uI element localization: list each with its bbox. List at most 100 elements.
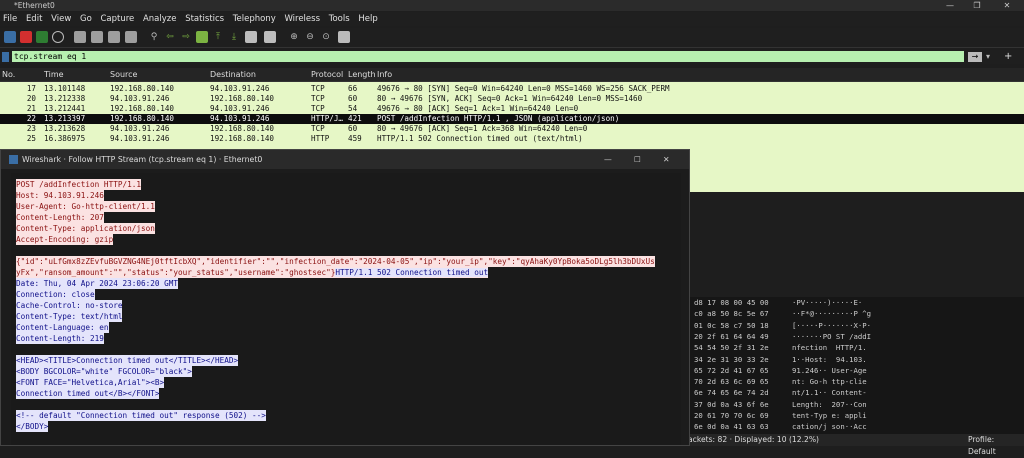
- hex-dump-line: 6e 0d 0a 41 63 63: [694, 422, 769, 432]
- dialog-minimize-button[interactable]: —: [604, 150, 612, 169]
- packet-bytes-pane[interactable]: d8 17 08 00 45 00 ·PV·····)·····E· c0 a8 5…: [690, 297, 1024, 435]
- packet-cell-len: 66: [348, 84, 358, 93]
- go-forward-icon[interactable]: ⇨: [180, 31, 192, 43]
- auto-scroll-icon[interactable]: [245, 31, 257, 43]
- stream-line: <!-- default "Connection timed out" resp…: [16, 410, 266, 421]
- stream-line: yFx","ransom_amount":"","status":"your_s…: [16, 267, 489, 278]
- col-header-protocol[interactable]: Protocol: [311, 68, 343, 81]
- stream-content[interactable]: POST /addInfection HTTP/1.1 Host: 94.103.…: [11, 173, 681, 445]
- go-back-icon[interactable]: ⇦: [164, 31, 176, 43]
- menu-go[interactable]: Go: [77, 12, 95, 26]
- packet-cell-info: 80 → 49676 [SYN, ACK] Seq=0 Ack=1 Win=64…: [377, 94, 643, 103]
- stream-line: Connection: close: [16, 289, 95, 300]
- menu-view[interactable]: View: [48, 12, 74, 26]
- packet-cell-proto: TCP: [311, 94, 325, 103]
- stream-line: User-Agent: Go-http-client/1.1: [16, 201, 155, 212]
- menu-wireless[interactable]: Wireless: [281, 12, 323, 26]
- packet-cell-src: 94.103.91.246: [110, 94, 170, 103]
- packet-cell-time: 16.386975: [44, 134, 86, 143]
- menu-help[interactable]: Help: [355, 12, 380, 26]
- packet-cell-info: HTTP/1.1 502 Connection timed out (text/…: [377, 134, 583, 143]
- colorize-icon[interactable]: [264, 31, 276, 43]
- zoom-normal-icon[interactable]: ⊙: [320, 31, 332, 43]
- last-packet-icon[interactable]: ⤓: [228, 31, 240, 43]
- packet-cell-len: 54: [348, 104, 358, 113]
- packet-cell-time: 13.101148: [44, 84, 86, 93]
- stream-line: Host: 94.103.91.246: [16, 190, 104, 201]
- col-header-destination[interactable]: Destination: [210, 68, 256, 81]
- packet-cell-len: 60: [348, 94, 358, 103]
- close-button[interactable]: ✕: [992, 0, 1022, 11]
- packet-cell-dst: 192.168.80.140: [210, 94, 275, 103]
- maximize-button[interactable]: ❐: [962, 0, 992, 11]
- hex-dump-line: 6e 74 65 6e 74 2d: [694, 388, 769, 398]
- ascii-dump-line: ·PV·····)·····E·: [792, 298, 863, 307]
- packet-cell-info: 49676 → 80 [SYN] Seq=0 Win=64240 Len=0 M…: [377, 84, 670, 93]
- packet-cell-dst: 94.103.91.246: [210, 114, 270, 123]
- stream-line: Connection timed out</B></FONT>: [16, 388, 160, 399]
- packet-row[interactable]: 25 16.386975 94.103.91.246 192.168.80.140 HT…: [0, 134, 1024, 144]
- stream-line: Content-Type: text/html: [16, 311, 123, 322]
- capture-options-icon[interactable]: [52, 31, 64, 43]
- packet-cell-no: 21: [26, 104, 36, 113]
- menu-analyze[interactable]: Analyze: [140, 12, 180, 26]
- ascii-dump-line: cation/j son··Acc: [792, 422, 867, 432]
- stream-line: <HEAD><TITLE>Connection timed out</TITLE…: [16, 355, 239, 366]
- ascii-dump-line: [·····P·······X·P·: [792, 320, 872, 330]
- packet-row[interactable]: 22 13.213397 192.168.80.140 94.103.91.246 HT…: [0, 114, 1024, 124]
- menu-edit[interactable]: Edit: [23, 12, 45, 26]
- stop-capture-icon[interactable]: [20, 31, 32, 43]
- filter-dropdown-icon[interactable]: ▾: [986, 52, 994, 62]
- bookmark-icon[interactable]: [2, 52, 9, 62]
- stream-line: Cache-Control: no-store: [16, 300, 123, 311]
- packet-row[interactable]: 21 13.212441 192.168.80.140 94.103.91.246 TC…: [0, 104, 1024, 114]
- packet-cell-time: 13.213628: [44, 124, 86, 133]
- dialog-maximize-button[interactable]: ☐: [634, 150, 641, 169]
- menu-statistics[interactable]: Statistics: [182, 12, 227, 26]
- dialog-titlebar: Wireshark · Follow HTTP Stream (tcp.stre…: [1, 150, 689, 169]
- packet-cell-proto: TCP: [311, 104, 325, 113]
- zoom-in-icon[interactable]: ⊕: [288, 31, 300, 43]
- col-header-length[interactable]: Length: [348, 68, 376, 81]
- packet-row[interactable]: 17 13.101148 192.168.80.140 94.103.91.246 TC…: [0, 84, 1024, 94]
- packet-row[interactable]: 23 13.213628 94.103.91.246 192.168.80.140 TC…: [0, 124, 1024, 134]
- packet-cell-len: 60: [348, 124, 358, 133]
- dialog-close-button[interactable]: ✕: [663, 150, 670, 169]
- ascii-dump-line: nt: Go-h ttp-clie: [792, 377, 867, 387]
- packet-cell-dst: 192.168.80.140: [210, 134, 275, 143]
- display-filter-input[interactable]: tcp.stream eq 1: [12, 51, 964, 62]
- packet-cell-time: 13.212338: [44, 94, 86, 103]
- restart-capture-icon[interactable]: [36, 31, 48, 43]
- reload-file-icon[interactable]: [125, 31, 137, 43]
- menu-telephony[interactable]: Telephony: [230, 12, 279, 26]
- col-header-info[interactable]: Info: [377, 68, 392, 81]
- save-file-icon[interactable]: [91, 31, 103, 43]
- zoom-out-icon[interactable]: ⊖: [304, 31, 316, 43]
- add-filter-button[interactable]: +: [1004, 51, 1012, 63]
- col-header-time[interactable]: Time: [44, 68, 64, 81]
- packet-row[interactable]: 20 13.212338 94.103.91.246 192.168.80.140 TC…: [0, 94, 1024, 104]
- menu-file[interactable]: File: [0, 12, 20, 26]
- first-packet-icon[interactable]: ⤒: [212, 31, 224, 43]
- stream-line: Content-Language: en: [16, 322, 109, 333]
- minimize-button[interactable]: —: [935, 0, 965, 11]
- packet-cell-no: 23: [26, 124, 36, 133]
- col-header-no[interactable]: No.: [2, 68, 15, 81]
- col-header-source[interactable]: Source: [110, 68, 137, 81]
- resize-columns-icon[interactable]: [338, 31, 350, 43]
- window-title: *Ethernet0: [14, 1, 55, 10]
- menu-capture[interactable]: Capture: [97, 12, 137, 26]
- packet-cell-len: 459: [348, 134, 362, 143]
- apply-filter-button[interactable]: →: [968, 52, 982, 62]
- ascii-dump-line: Length: 207··Con: [792, 399, 867, 409]
- stream-line: POST /addInfection HTTP/1.1: [16, 179, 141, 190]
- close-file-icon[interactable]: [108, 31, 120, 43]
- menu-tools[interactable]: Tools: [326, 12, 353, 26]
- stream-line: Content-Length: 207: [16, 212, 104, 223]
- profile-status[interactable]: Profile: Default: [968, 434, 1024, 458]
- open-file-icon[interactable]: [74, 31, 86, 43]
- shark-fin-start-icon[interactable]: [4, 31, 16, 43]
- find-packet-icon[interactable]: ⚲: [148, 31, 160, 43]
- go-to-packet-icon[interactable]: [196, 31, 208, 43]
- packet-cell-len: 421: [348, 114, 362, 123]
